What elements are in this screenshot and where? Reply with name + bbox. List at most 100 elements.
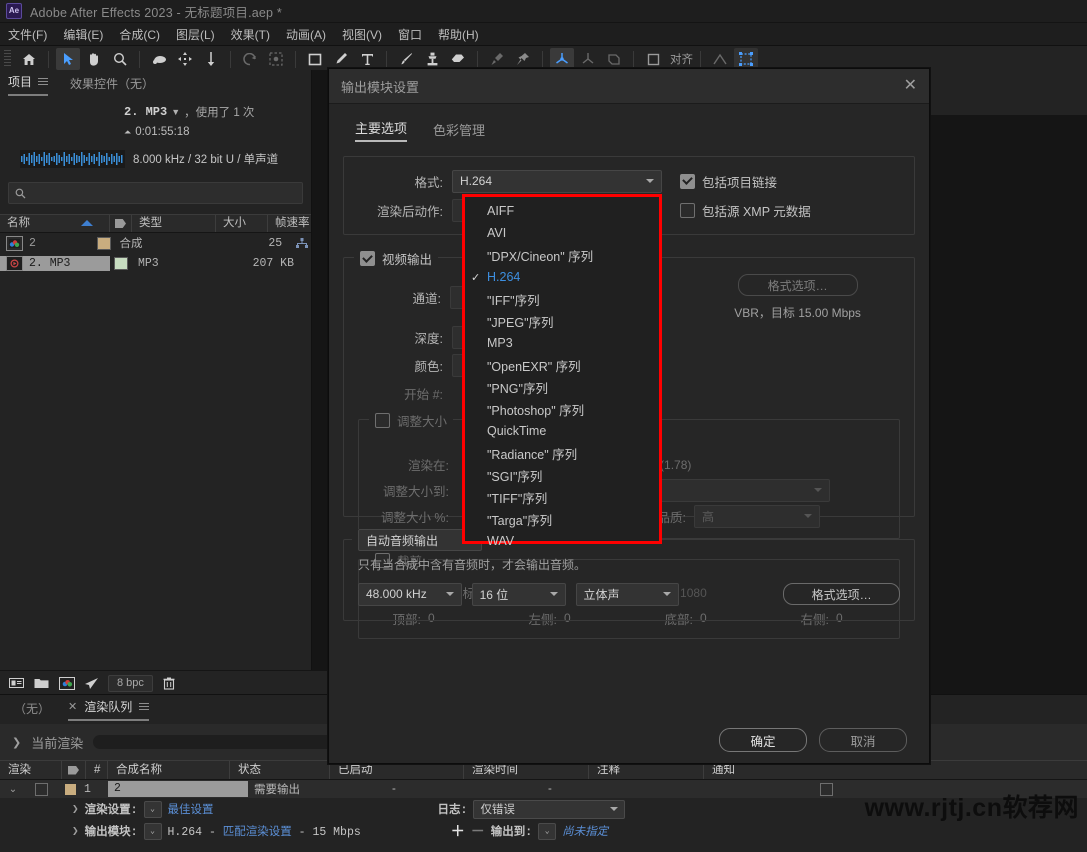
transform-box-icon[interactable] bbox=[734, 48, 758, 70]
row-name-cell[interactable]: 2 bbox=[0, 235, 95, 251]
toolbar-grip[interactable] bbox=[4, 50, 11, 68]
pin-tool-icon[interactable] bbox=[511, 48, 535, 70]
column-name[interactable]: 名称 bbox=[0, 215, 110, 232]
refine-edge-icon[interactable] bbox=[264, 48, 288, 70]
format-dropdown-menu[interactable]: AIFF AVI "DPX/Cineon" 序列 ✓ H.264 "IFF"序列… bbox=[462, 194, 662, 548]
menu-item-composition[interactable]: 合成(C) bbox=[119, 26, 160, 43]
brush-tool-icon[interactable] bbox=[394, 48, 418, 70]
render-settings-value[interactable]: 最佳设置 bbox=[168, 801, 214, 817]
project-panel-footer[interactable]: 8 bpc bbox=[0, 670, 327, 695]
dropdown-item-h264[interactable]: ✓ H.264 bbox=[465, 266, 659, 288]
chevron-down-icon[interactable]: ▼ bbox=[171, 107, 180, 117]
rotation-tool-icon[interactable] bbox=[147, 48, 171, 70]
output-to-dropdown[interactable]: ⌄ bbox=[538, 822, 557, 840]
anchor-point-tool-icon[interactable] bbox=[199, 48, 223, 70]
interpret-footage-icon[interactable] bbox=[8, 676, 25, 691]
include-project-link-checkbox[interactable]: 包括项目链接 bbox=[680, 172, 777, 191]
zoom-tool-icon[interactable] bbox=[108, 48, 132, 70]
column-comp-name[interactable]: 合成名称 bbox=[108, 761, 230, 779]
menu-item-animation[interactable]: 动画(A) bbox=[286, 26, 326, 43]
delete-icon[interactable] bbox=[161, 676, 178, 691]
dropdown-item-iff[interactable]: "IFF"序列 bbox=[465, 288, 659, 310]
column-status[interactable]: 状态 bbox=[230, 761, 330, 779]
render-settings-dropdown[interactable]: ⌄ bbox=[143, 800, 162, 818]
audio-rate-select[interactable]: 48.000 kHz bbox=[358, 582, 462, 606]
log-select[interactable]: 仅错误 bbox=[473, 799, 626, 819]
close-icon[interactable]: ✕ bbox=[904, 78, 917, 94]
tab-none[interactable]: （无） bbox=[14, 700, 50, 721]
resize-quality-select[interactable]: 高 bbox=[694, 504, 820, 528]
dropdown-item-dpx-cineon[interactable]: "DPX/Cineon" 序列 bbox=[465, 244, 659, 266]
table-row[interactable]: 2. MP3 MP3 207 KB bbox=[0, 253, 311, 273]
column-size[interactable]: 大小 bbox=[216, 215, 268, 232]
view-axis-icon[interactable] bbox=[602, 48, 626, 70]
output-to-value[interactable]: 尚未指定 bbox=[562, 823, 608, 839]
dropdown-item-mp3[interactable]: MP3 bbox=[465, 332, 659, 354]
tab-effect-controls[interactable]: 效果控件（无） bbox=[70, 75, 154, 96]
include-xmp-checkbox[interactable]: 包括源 XMP 元数据 bbox=[680, 201, 811, 220]
roto-brush-icon[interactable] bbox=[238, 48, 262, 70]
render-checkbox[interactable] bbox=[26, 782, 56, 796]
column-label[interactable] bbox=[62, 761, 86, 779]
tab-project[interactable]: 项目 bbox=[8, 73, 49, 96]
shape-tool-icon[interactable] bbox=[303, 48, 327, 70]
hand-tool-icon[interactable] bbox=[82, 48, 106, 70]
project-column-header[interactable]: 名称 类型 大小 帧速率 bbox=[0, 214, 311, 233]
project-panel-tabs[interactable]: 项目 效果控件（无） bbox=[0, 70, 311, 96]
dropdown-item-targa[interactable]: "Targa"序列 bbox=[465, 508, 659, 530]
tab-color-management[interactable]: 色彩管理 bbox=[433, 120, 485, 142]
column-label-color[interactable] bbox=[110, 215, 132, 232]
pan-behind-tool-icon[interactable] bbox=[173, 48, 197, 70]
menu-item-help[interactable]: 帮助(H) bbox=[438, 26, 479, 43]
new-composition-icon[interactable] bbox=[58, 676, 75, 691]
audio-channels-select[interactable]: 立体声 bbox=[575, 582, 680, 606]
selection-tool-icon[interactable] bbox=[56, 48, 80, 70]
new-folder-icon[interactable] bbox=[33, 676, 50, 691]
output-module-value[interactable]: H.264 - 匹配渲染设置 - 15 Mbps bbox=[168, 823, 361, 839]
menu-item-file[interactable]: 文件(F) bbox=[8, 26, 47, 43]
expand-chevron-icon[interactable]: ❯ bbox=[12, 736, 21, 749]
dropdown-item-avi[interactable]: AVI bbox=[465, 222, 659, 244]
bit-depth-button[interactable]: 8 bpc bbox=[108, 674, 153, 692]
home-icon[interactable] bbox=[17, 48, 41, 70]
expand-chevron-icon[interactable]: ❯ bbox=[72, 802, 79, 816]
table-row[interactable]: 2 合成 25 bbox=[0, 233, 311, 253]
row-name-cell[interactable]: 2. MP3 bbox=[0, 255, 110, 271]
eraser-tool-icon[interactable] bbox=[446, 48, 470, 70]
add-output-module-button[interactable]: ＋ bbox=[451, 821, 465, 841]
row-comp-name[interactable]: 2 bbox=[108, 781, 248, 797]
column-render[interactable]: 渲染 bbox=[0, 761, 62, 779]
dropdown-item-photoshop[interactable]: "Photoshop" 序列 bbox=[465, 398, 659, 420]
dropdown-item-sgi[interactable]: "SGI"序列 bbox=[465, 464, 659, 486]
render-queue-menu-icon[interactable] bbox=[139, 702, 150, 711]
menu-item-window[interactable]: 窗口 bbox=[398, 26, 422, 43]
local-axis-icon[interactable] bbox=[576, 48, 600, 70]
tab-main-options[interactable]: 主要选项 bbox=[355, 118, 408, 142]
row-expand-chevron-icon[interactable]: ⌄ bbox=[0, 784, 26, 795]
clone-stamp-icon[interactable] bbox=[420, 48, 444, 70]
column-number[interactable]: # bbox=[86, 761, 108, 779]
sort-ascending-icon[interactable] bbox=[81, 220, 93, 226]
type-tool-icon[interactable] bbox=[355, 48, 379, 70]
dropdown-item-png[interactable]: "PNG"序列 bbox=[465, 376, 659, 398]
resize-toggle[interactable]: 调整大小 bbox=[369, 411, 454, 430]
align-snapping-icon[interactable] bbox=[641, 48, 665, 70]
menu-item-layer[interactable]: 图层(L) bbox=[176, 26, 215, 43]
expand-chevron-icon[interactable]: ❯ bbox=[72, 824, 79, 838]
project-settings-icon[interactable] bbox=[83, 676, 100, 691]
dialog-tabs[interactable]: 主要选项 色彩管理 bbox=[343, 116, 915, 142]
dropdown-item-jpeg[interactable]: "JPEG"序列 bbox=[465, 310, 659, 332]
row-label-swatch[interactable] bbox=[110, 256, 132, 270]
row-label-swatch[interactable] bbox=[95, 236, 114, 250]
output-module-dropdown[interactable]: ⌄ bbox=[143, 822, 162, 840]
axis-tool-icon[interactable] bbox=[550, 48, 574, 70]
ok-button[interactable]: 确定 bbox=[719, 728, 807, 752]
pen-tool-icon[interactable] bbox=[329, 48, 353, 70]
column-framerate[interactable]: 帧速率 bbox=[268, 215, 311, 232]
column-type[interactable]: 类型 bbox=[132, 215, 216, 232]
menu-item-view[interactable]: 视图(V) bbox=[342, 26, 382, 43]
video-output-toggle[interactable]: 视频输出 bbox=[354, 249, 439, 268]
project-search-input[interactable] bbox=[8, 182, 303, 204]
format-options-button[interactable]: 格式选项… bbox=[737, 274, 858, 296]
cancel-button[interactable]: 取消 bbox=[819, 728, 907, 752]
